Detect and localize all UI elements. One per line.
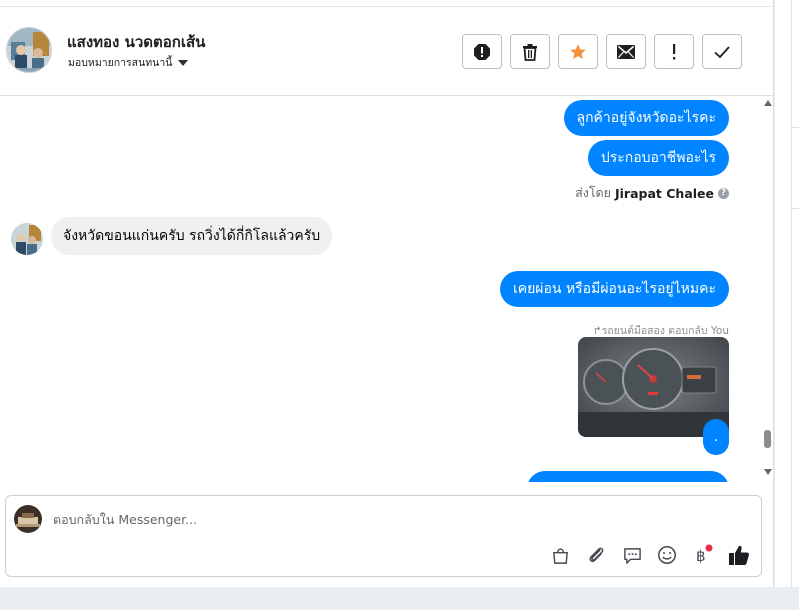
reply-composer: ฿ bbox=[5, 495, 762, 577]
attachment-icon[interactable] bbox=[585, 544, 607, 566]
outgoing-message[interactable]: ประกอบอาชีพอะไร bbox=[587, 140, 729, 176]
conversation-panel: แสงทอง นวดตอกเส้น มอบหมายการสนทนานี้ ลูก… bbox=[0, 0, 774, 587]
delete-button[interactable] bbox=[510, 34, 550, 69]
checkmark-icon bbox=[714, 45, 730, 58]
reply-arrow-icon: ↱ bbox=[592, 325, 602, 337]
outgoing-message[interactable]: ลูกค้าอยู่จังหวัดอะไรคะ bbox=[563, 100, 729, 136]
outgoing-message[interactable]: . bbox=[702, 419, 729, 455]
exclamation-icon bbox=[673, 43, 676, 59]
mark-done-button[interactable] bbox=[702, 34, 742, 69]
payment-baht-icon[interactable]: ฿ bbox=[691, 544, 713, 566]
right-sidebar-edge bbox=[775, 0, 799, 587]
sent-by-indicator: ส่งโดย Jirapat Chalee ? bbox=[575, 183, 729, 203]
sent-by-label: ส่งโดย bbox=[575, 185, 611, 200]
svg-text:฿: ฿ bbox=[696, 547, 706, 565]
message-thread[interactable]: ลูกค้าอยู่จังหวัดอะไรคะ ประกอบอาชีพอะไร … bbox=[0, 96, 762, 482]
contact-avatar[interactable] bbox=[6, 27, 52, 73]
scroll-down-arrow-icon[interactable] bbox=[764, 469, 772, 475]
shop-bag-icon[interactable] bbox=[549, 544, 571, 566]
caret-down-icon bbox=[178, 59, 189, 66]
thumbs-up-icon[interactable] bbox=[728, 544, 750, 566]
star-button[interactable] bbox=[558, 34, 598, 69]
mark-unread-button[interactable] bbox=[606, 34, 646, 69]
mark-important-button[interactable] bbox=[654, 34, 694, 69]
page-avatar bbox=[14, 505, 42, 533]
outgoing-message[interactable]: เคยผ่อน หรือมีผ่อนอะไรอยู่ไหมคะ bbox=[499, 271, 729, 307]
sender-name: Jirapat Chalee bbox=[615, 185, 714, 201]
star-icon bbox=[570, 43, 586, 59]
envelope-icon bbox=[617, 44, 635, 59]
emoji-icon[interactable] bbox=[656, 544, 678, 566]
trash-icon bbox=[523, 43, 537, 61]
scroll-up-arrow-icon[interactable] bbox=[764, 100, 772, 106]
conversation-header: แสงทอง นวดตอกเส้น มอบหมายการสนทนานี้ bbox=[0, 6, 774, 96]
alert-octagon-icon bbox=[474, 43, 490, 60]
message-scrollbar[interactable] bbox=[762, 96, 774, 482]
assign-conversation-dropdown[interactable]: มอบหมายการสนทนานี้ bbox=[68, 54, 189, 71]
reply-input[interactable] bbox=[53, 509, 653, 529]
reply-context-text: รถยนต์มือสอง ตอบกลับ You bbox=[601, 325, 729, 337]
contact-avatar-small[interactable] bbox=[11, 223, 43, 255]
bottom-background bbox=[0, 587, 799, 610]
incoming-message[interactable]: จังหวัดขอนแก่นครับ รถวิ่งได้กี่กิโลแล้วค… bbox=[51, 217, 333, 255]
help-icon[interactable]: ? bbox=[718, 187, 729, 199]
report-spam-button[interactable] bbox=[462, 34, 502, 69]
outgoing-message-partial[interactable] bbox=[527, 471, 729, 482]
notification-dot bbox=[705, 544, 713, 552]
contact-name[interactable]: แสงทอง นวดตอกเส้น bbox=[67, 30, 205, 54]
assign-conversation-label: มอบหมายการสนทนานี้ bbox=[68, 57, 173, 69]
scroll-thumb[interactable] bbox=[764, 430, 771, 448]
saved-reply-icon[interactable] bbox=[621, 544, 643, 566]
